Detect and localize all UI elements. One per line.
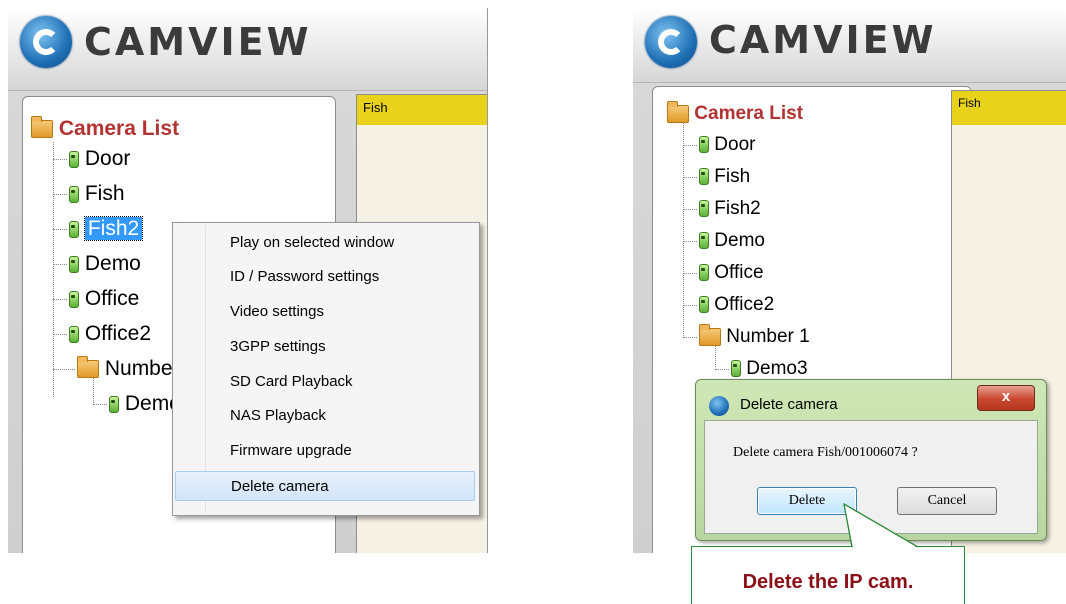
callout-pointer-cover [843,503,919,548]
